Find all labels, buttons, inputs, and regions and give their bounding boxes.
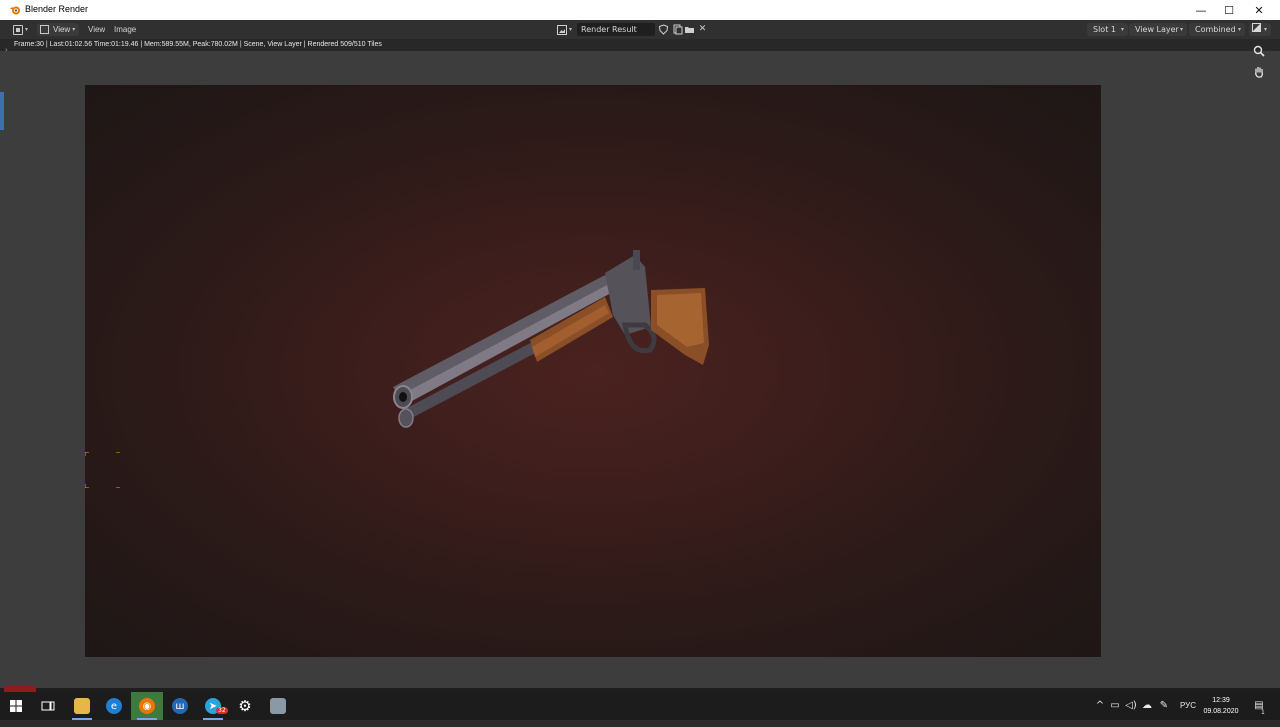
taskbar-blender[interactable]: ◉ bbox=[131, 692, 163, 720]
task-view-icon bbox=[41, 701, 55, 711]
input-language-indicator[interactable]: РУС bbox=[1178, 692, 1198, 720]
chevron-down-icon: ▾ bbox=[1179, 26, 1183, 33]
action-center-button[interactable]: ▤ 1 bbox=[1250, 692, 1268, 720]
gear-icon: ⚙ bbox=[238, 697, 252, 715]
network-display-icon[interactable]: ▭ bbox=[1108, 692, 1122, 720]
taskbar-remote-app[interactable] bbox=[262, 692, 294, 720]
minimize-icon: — bbox=[1195, 3, 1207, 17]
windows-taskbar: e ◉ ш ➤ 32 ⚙ ^ ▭ ◁) ☁ ✎ РУС 12:39 09.08.… bbox=[0, 692, 1280, 720]
view-mode-label: View bbox=[53, 25, 71, 34]
notification-count: 1 bbox=[1261, 709, 1265, 716]
clock-time: 12:39 bbox=[1212, 697, 1230, 704]
rifle-render bbox=[393, 250, 709, 428]
chevron-down-icon: ▾ bbox=[1263, 26, 1267, 33]
pen-icon[interactable]: ✎ bbox=[1157, 692, 1171, 720]
show-hidden-icons-chevron-icon[interactable]: ^ bbox=[1094, 692, 1106, 720]
w-app-icon: ш bbox=[172, 698, 188, 714]
open-folder-icon[interactable] bbox=[684, 24, 695, 35]
maximize-icon: ☐ bbox=[1224, 3, 1234, 17]
task-view-button[interactable] bbox=[32, 692, 64, 720]
menu-view[interactable]: View bbox=[88, 23, 105, 36]
slot-dropdown[interactable]: Slot 1 ▾ bbox=[1087, 23, 1128, 36]
windows-logo-icon bbox=[10, 700, 22, 712]
image-name-field[interactable]: Render Result bbox=[577, 23, 655, 36]
onedrive-cloud-icon[interactable]: ☁ bbox=[1140, 692, 1154, 720]
clock-date: 09.08.2020 bbox=[1203, 708, 1239, 715]
taskbar-settings[interactable]: ⚙ bbox=[229, 692, 261, 720]
taskbar-telegram[interactable]: ➤ 32 bbox=[197, 692, 229, 720]
taskbar-edge[interactable]: e bbox=[98, 692, 130, 720]
window-title: Blender Render bbox=[25, 4, 89, 14]
view-layer-label: View Layer bbox=[1135, 25, 1179, 34]
pan-tool[interactable] bbox=[1251, 66, 1267, 82]
image-icon bbox=[557, 24, 567, 35]
render-pass-dropdown[interactable]: Combined ▾ bbox=[1189, 23, 1245, 36]
folder-icon bbox=[74, 698, 90, 714]
menu-image[interactable]: Image bbox=[114, 23, 136, 36]
blender-icon: ◉ bbox=[139, 698, 155, 714]
edge-browser-icon: e bbox=[106, 698, 122, 714]
render-region-border bbox=[85, 452, 120, 488]
volume-icon[interactable]: ◁) bbox=[1124, 692, 1138, 720]
monitor-app-icon bbox=[270, 698, 286, 714]
render-result-image[interactable] bbox=[85, 85, 1101, 657]
blender-logo-icon bbox=[10, 6, 20, 15]
maximize-button[interactable]: ☐ bbox=[1214, 0, 1244, 20]
fake-user-shield-icon[interactable] bbox=[658, 24, 669, 35]
chevron-down-icon: ▾ bbox=[25, 27, 29, 33]
render-pass-label: Combined bbox=[1195, 25, 1236, 34]
start-button[interactable] bbox=[0, 692, 32, 720]
new-image-icon[interactable] bbox=[672, 24, 683, 35]
image-editor-icon bbox=[13, 24, 23, 35]
editor-type-dropdown[interactable]: ▾ bbox=[13, 23, 33, 36]
chevron-down-icon: ▾ bbox=[569, 27, 573, 33]
slot-label: Slot 1 bbox=[1093, 25, 1116, 34]
zoom-tool[interactable] bbox=[1251, 45, 1267, 61]
chevron-down-icon: ▾ bbox=[1237, 26, 1241, 33]
chevron-down-icon: ▾ bbox=[1120, 26, 1124, 33]
window-title-bar: Blender Render — ☐ ✕ bbox=[0, 0, 1280, 20]
view-mode-dropdown[interactable]: View ▾ bbox=[37, 23, 79, 36]
chevron-down-icon: ▾ bbox=[72, 27, 76, 33]
close-icon: ✕ bbox=[1254, 3, 1264, 17]
render-status-text: Frame:30 | Last:01:02.56 Time:01:19.46 |… bbox=[0, 39, 1280, 51]
taskbar-app-w[interactable]: ш bbox=[164, 692, 196, 720]
magnifier-icon bbox=[1253, 45, 1265, 57]
taskbar-file-explorer[interactable] bbox=[66, 692, 98, 720]
hand-icon bbox=[1255, 66, 1263, 78]
toolbar-edge-indicator[interactable] bbox=[0, 92, 4, 130]
close-button[interactable]: ✕ bbox=[1244, 0, 1274, 20]
color-alpha-icon bbox=[1252, 23, 1261, 32]
image-browse-button[interactable]: ▾ bbox=[557, 23, 575, 36]
telegram-badge: 32 bbox=[216, 707, 228, 714]
minimize-button[interactable]: — bbox=[1186, 0, 1216, 20]
taskbar-clock[interactable]: 12:39 09.08.2020 bbox=[1198, 695, 1244, 717]
display-channels-dropdown[interactable]: ▾ bbox=[1249, 23, 1271, 36]
toolbar-expand-arrow-icon[interactable]: › bbox=[5, 46, 8, 54]
view-layer-dropdown[interactable]: View Layer ▾ bbox=[1129, 23, 1187, 36]
unlink-x-icon[interactable]: ✕ bbox=[697, 24, 708, 35]
view-mode-icon bbox=[40, 25, 49, 34]
